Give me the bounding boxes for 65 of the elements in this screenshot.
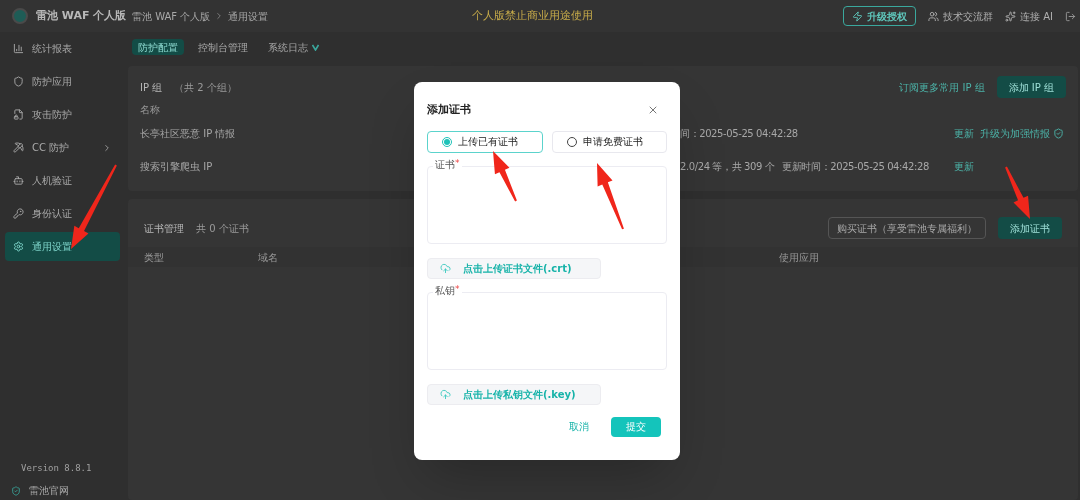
count-text: （共 2 个组） xyxy=(174,80,237,95)
column-header: 域名 xyxy=(258,250,279,265)
bar-chart-icon xyxy=(13,43,24,54)
table-cell-text: 长亭社区恶意 IP 情报 xyxy=(140,127,236,141)
logo-icon xyxy=(12,8,28,24)
update-link[interactable]: 更新 xyxy=(954,126,980,141)
update-link[interactable]: 更新 xyxy=(954,159,980,174)
upload-icon xyxy=(440,262,451,274)
sidebar-item[interactable]: 统计报表 xyxy=(5,34,120,63)
shield-icon xyxy=(13,76,24,87)
document-icon xyxy=(13,109,24,120)
field-label: 证书 xyxy=(435,158,455,171)
add-ip-group-button[interactable]: 添加 IP 组 xyxy=(996,76,1066,98)
settings-icon xyxy=(13,241,24,252)
header-link[interactable]: 技术交流群 xyxy=(928,8,994,24)
pickaxe-icon xyxy=(13,142,24,153)
buy-certificate-button[interactable]: 购买证书（享受雷池专属福利） xyxy=(828,217,986,239)
key-icon xyxy=(13,208,24,219)
section-title: 证书管理 xyxy=(144,221,184,236)
table-cell-text: 间：2025-05-25 04:42:28 xyxy=(680,127,798,141)
sidebar-item[interactable]: 通用设置 xyxy=(5,232,120,261)
sidebar-item[interactable]: 身份认证 xyxy=(5,199,120,228)
shield-icon xyxy=(1053,128,1064,139)
header-link[interactable]: 连接 AI xyxy=(1005,8,1053,24)
table-cell-text: 2.0/24 等，共 309 个 xyxy=(680,160,775,174)
product-name: 雷池 WAF 个人版 xyxy=(36,7,127,24)
upgrade-link[interactable]: 升级为加强情报 xyxy=(980,126,1050,141)
tab[interactable]: 防护配置 xyxy=(132,39,184,55)
count-text: 共 0 个证书 xyxy=(196,221,249,236)
add-certificate-button[interactable]: 添加证书 xyxy=(998,217,1062,239)
annotation-arrow xyxy=(493,151,517,202)
dialog-title: 添加证书 xyxy=(427,102,471,118)
shield-icon xyxy=(11,485,21,496)
required-mark: * xyxy=(455,158,460,168)
people-icon xyxy=(928,10,940,22)
column-header: 使用应用 xyxy=(779,250,819,265)
section-title: IP 组 xyxy=(140,80,163,95)
subscribe-link[interactable]: 订阅更多常用 IP 组 xyxy=(899,79,985,95)
tab[interactable]: 系统日志 xyxy=(262,39,325,55)
radio-option[interactable]: 申请免费证书 xyxy=(551,130,667,153)
footer-link[interactable]: 雷池官网 xyxy=(29,483,69,498)
required-mark: * xyxy=(455,284,460,294)
table-cell-text: 更新时间：2025-05-25 04:42:28 xyxy=(782,160,929,174)
logout-icon[interactable] xyxy=(1065,10,1076,22)
annotation-arrow xyxy=(1005,166,1030,219)
annotation-arrow xyxy=(597,163,624,230)
radio-option[interactable]: 上传已有证书 xyxy=(427,130,543,153)
sidebar-item[interactable]: CC 防护 xyxy=(5,133,120,162)
tab[interactable]: 控制台管理 xyxy=(192,39,254,55)
sidebar-item[interactable]: 人机验证 xyxy=(5,166,120,195)
field-label: 私钥 xyxy=(435,284,455,297)
column-header: 类型 xyxy=(144,250,165,265)
notice-text: 个人版禁止商业用途使用 xyxy=(472,7,593,24)
sidebar-item[interactable]: 攻击防护 xyxy=(5,100,120,129)
sidebar-item[interactable]: 防护应用 xyxy=(5,67,120,96)
lightning-icon xyxy=(852,10,864,22)
breadcrumb-item: 通用设置 xyxy=(228,9,269,24)
upload-icon xyxy=(440,388,451,400)
upgrade-button[interactable]: 升级授权 xyxy=(843,6,917,26)
robot-icon xyxy=(13,175,24,186)
table-cell-text: 搜索引擎爬虫 IP xyxy=(140,160,213,174)
sparkle-icon xyxy=(1005,10,1017,22)
version-text: Version 8.8.1 xyxy=(20,461,93,475)
breadcrumb-item[interactable]: 雷池 WAF 个人版 xyxy=(132,8,211,24)
column-header: 名称 xyxy=(140,103,160,117)
